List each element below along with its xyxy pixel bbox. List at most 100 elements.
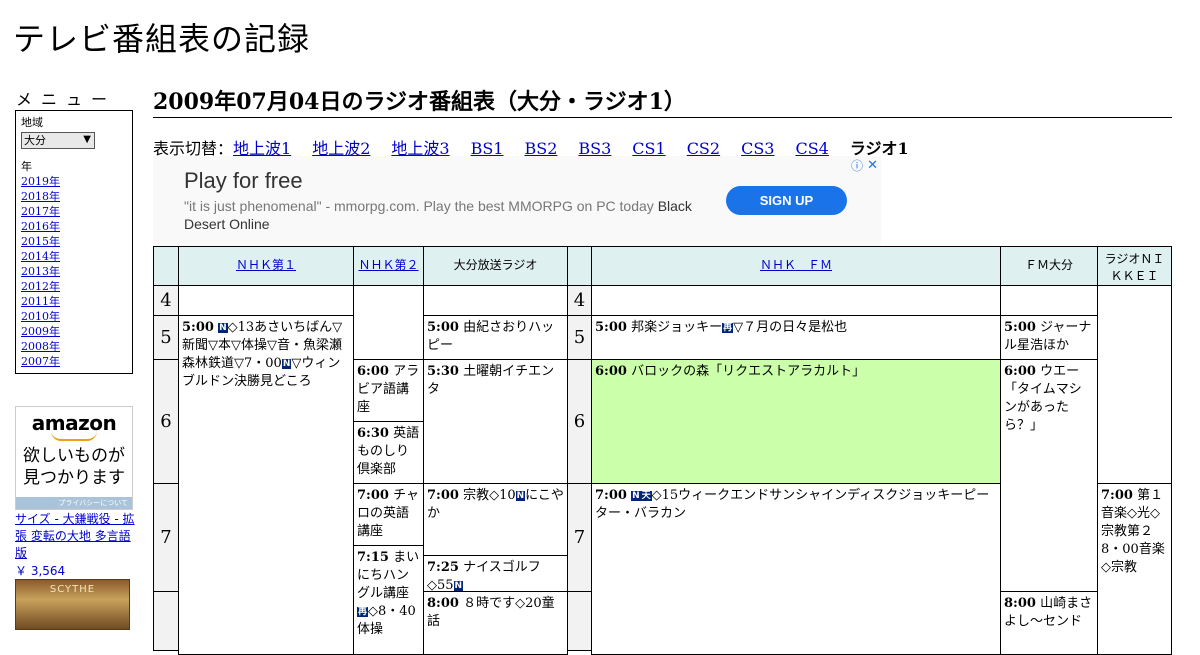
amazon-logo: amazon xyxy=(31,411,117,435)
product-link[interactable]: サイズ - 大鎌戦役 - 拡張 変転の大地 多言語版 xyxy=(15,511,135,562)
program-obs-0500[interactable]: 5:00 由紀さおりハッピー xyxy=(423,315,568,360)
ad-signup-button[interactable]: SIGN UP xyxy=(726,186,847,215)
year-link[interactable]: 2007年 xyxy=(21,354,127,369)
product-image[interactable]: SCYTHE xyxy=(15,579,130,630)
program-nhk2-0700[interactable]: 7:00 チャロの英語講座 xyxy=(353,483,424,546)
close-icon[interactable]: ✕ xyxy=(867,157,878,173)
channel-header-obs: 大分放送ラジオ xyxy=(423,246,568,286)
year-link[interactable]: 2012年 xyxy=(21,279,127,294)
program-fmoita-0500[interactable]: 5:00 ジャーナル星浩ほか xyxy=(1000,315,1098,360)
year-link[interactable]: 2017年 xyxy=(21,204,127,219)
program-nhk2-0600[interactable]: 6:00 アラビア語講座 xyxy=(353,359,424,422)
program-empty xyxy=(423,285,568,316)
news-badge-icon: N xyxy=(218,323,228,333)
header-gutter xyxy=(567,246,592,286)
channel-link-nhk2[interactable]: ＮＨＫ第２ xyxy=(358,258,418,272)
hour-label: 7 xyxy=(567,483,592,592)
weather-badge-icon: 天 xyxy=(640,491,652,501)
region-label: 地域 xyxy=(21,116,43,129)
hour-label xyxy=(153,591,179,651)
program-time: 6:00 xyxy=(357,364,389,379)
hour-label: 4 xyxy=(567,285,592,316)
program-nikkei-0700[interactable]: 7:00 第１音楽◇光◇宗教第２ 8・00音楽◇宗教 xyxy=(1097,483,1172,655)
year-link[interactable]: 2019年 xyxy=(21,174,127,189)
menu-box: 地域 大分 ▼ 年 2019年 2018年 2017年 2016年 2015年 … xyxy=(15,110,133,374)
program-fm-0600[interactable]: 6:00 バロックの森「リクエストアラカルト」 xyxy=(591,359,1001,484)
program-nhk2-0715[interactable]: 7:15 まいにちハングル講座再◇8・40体操 xyxy=(353,545,424,655)
channel-header-fmoita: ＦＭ大分 xyxy=(1000,246,1098,286)
program-fm-0700[interactable]: 7:00 N 天◇15ウィークエンドサンシャインディスクジョッキーピーター・バラカ… xyxy=(591,483,1001,655)
program-empty xyxy=(353,285,424,360)
hour-label xyxy=(567,591,592,651)
program-obs-0700[interactable]: 7:00 宗教◇10Nにこやか xyxy=(423,483,568,556)
program-time: 7:15 xyxy=(357,550,389,565)
info-icon[interactable]: ⓘ xyxy=(851,157,863,174)
year-link[interactable]: 2011年 xyxy=(21,294,127,309)
program-time: 7:00 xyxy=(595,488,627,503)
channel-header-nhk1: ＮＨＫ第１ xyxy=(178,246,354,286)
program-empty xyxy=(178,285,354,316)
rerun-badge-icon: 再 xyxy=(357,607,369,617)
year-link[interactable]: 2013年 xyxy=(21,264,127,279)
channel-header-nhkfm: ＮＨＫ ＦＭ xyxy=(591,246,1001,286)
program-empty xyxy=(1000,285,1098,316)
program-obs-0800[interactable]: 8:00 ８時です◇20童話 xyxy=(423,591,568,655)
program-text: 宗教◇10 xyxy=(463,488,516,503)
news-badge-icon: N xyxy=(281,359,292,369)
product-price: ￥ 3,564 xyxy=(15,564,66,578)
program-fmoita-0800[interactable]: 8:00 山崎まさよし～センド xyxy=(1000,591,1098,655)
program-empty xyxy=(1097,285,1172,484)
page-title: 2009年07月04日のラジオ番組表（大分・ラジオ1） xyxy=(153,84,1172,118)
program-time: 5:00 xyxy=(427,320,459,335)
channel-header-nhk2: ＮＨＫ第２ xyxy=(353,246,424,286)
year-link[interactable]: 2014年 xyxy=(21,249,127,264)
program-obs-0725[interactable]: 7:25 ナイスゴルフ◇55N xyxy=(423,555,568,592)
program-grid: ＮＨＫ第１ ＮＨＫ第２ 大分放送ラジオ ＮＨＫ ＦＭ ＦＭ大分 ラジオＮＩＫＫＥ… xyxy=(153,246,1172,655)
hour-label: 6 xyxy=(567,359,592,484)
channel-header-nikkei: ラジオＮＩＫＫＥＩ xyxy=(1097,246,1172,286)
program-time: 7:00 xyxy=(357,488,389,503)
program-time: 6:00 xyxy=(595,364,627,379)
program-nhk1-0500[interactable]: 5:00 N◇13あさいちばん▽新聞▽本▽体操▽音・魚梁瀬森林鉄道▽7・00N▽… xyxy=(178,315,354,655)
rerun-badge-icon: 再 xyxy=(722,323,734,333)
year-link[interactable]: 2016年 xyxy=(21,219,127,234)
program-time: 5:00 xyxy=(182,320,214,335)
program-time: 5:30 xyxy=(427,364,459,379)
year-link[interactable]: 2008年 xyxy=(21,339,127,354)
amazon-ad-text: 欲しいものが見つかります xyxy=(23,446,125,488)
amazon-privacy-link[interactable]: プライバシーについて xyxy=(16,497,132,509)
program-text: バロックの森「リクエストアラカルト」 xyxy=(631,364,866,379)
amazon-ad[interactable]: amazon 欲しいものが見つかります プライバシーについて xyxy=(15,406,133,510)
program-nhk2-0630[interactable]: 6:30 英語ものしり倶楽部 xyxy=(353,421,424,484)
program-time: 8:00 xyxy=(1004,596,1036,611)
year-link[interactable]: 2009年 xyxy=(21,324,127,339)
header-gutter xyxy=(153,246,179,286)
channel-link-nhkfm[interactable]: ＮＨＫ ＦＭ xyxy=(760,258,832,272)
menu-title: メニュー xyxy=(16,90,117,109)
program-time: 6:30 xyxy=(357,426,389,441)
region-select[interactable]: 大分 ▼ xyxy=(21,132,95,149)
new-badge-icon: N xyxy=(515,491,526,501)
program-text: ◇15ウィークエンドサンシャインディスクジョッキーピーター・バラカン xyxy=(595,488,990,521)
hour-label: 7 xyxy=(153,483,179,592)
program-fm-0500[interactable]: 5:00 邦楽ジョッキー再▽７月の日々是松也 xyxy=(591,315,1001,360)
ad-headline: Play for free xyxy=(184,168,303,193)
banner-ad[interactable]: Play for free "it is just phenomenal" - … xyxy=(153,156,881,246)
year-link[interactable]: 2015年 xyxy=(21,234,127,249)
program-obs-0530[interactable]: 5:30 土曜朝イチエンタ xyxy=(423,359,568,484)
hour-label: 4 xyxy=(153,285,179,316)
program-time: 5:00 xyxy=(1004,320,1036,335)
product-image-label: SCYTHE xyxy=(49,584,96,595)
program-text: ▽７月の日々是松也 xyxy=(733,320,848,335)
program-time: 5:00 xyxy=(595,320,627,335)
year-link[interactable]: 2010年 xyxy=(21,309,127,324)
news-badge-icon: N xyxy=(631,491,641,501)
channel-link-nhk1[interactable]: ＮＨＫ第１ xyxy=(236,258,296,272)
news-badge-icon: N xyxy=(453,581,464,591)
program-empty xyxy=(591,285,1001,316)
program-time: 8:00 xyxy=(427,596,459,611)
program-fmoita-0600[interactable]: 6:00 ウエー「タイムマシンがあったら？」 xyxy=(1000,359,1098,592)
year-link[interactable]: 2018年 xyxy=(21,189,127,204)
chevron-down-icon: ▼ xyxy=(83,134,91,145)
year-label: 年 xyxy=(21,160,32,173)
